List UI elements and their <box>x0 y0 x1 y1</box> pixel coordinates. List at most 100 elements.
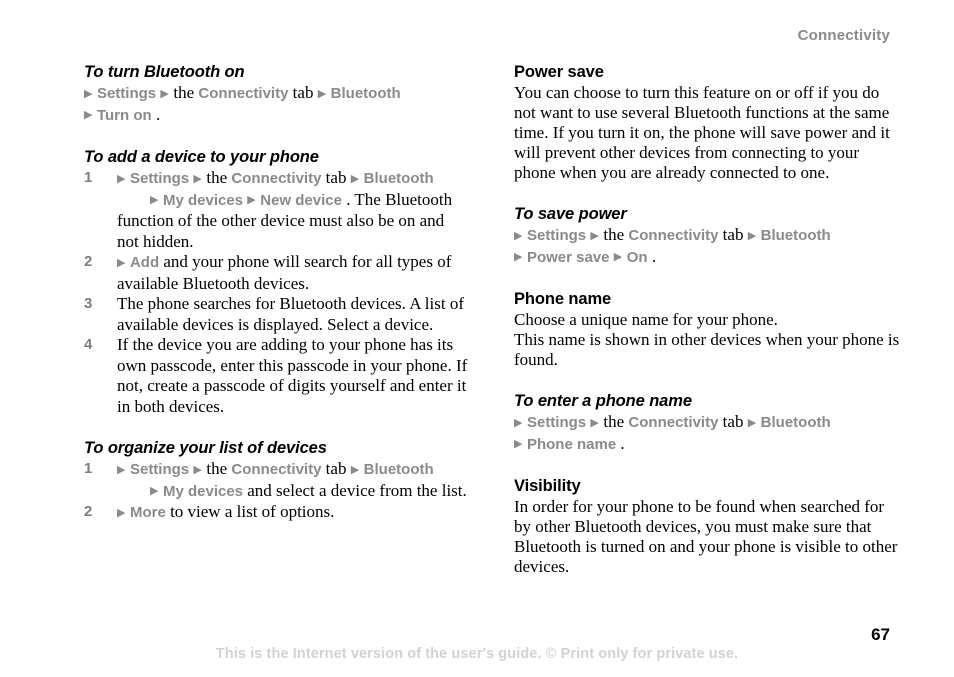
menu-arrow-icon: ▶ <box>514 437 526 450</box>
step-list-item: 1 ▶ Settings ▶ the Connectivity tab ▶ Blu… <box>84 168 470 252</box>
menu-arrow-icon: ▶ <box>193 171 206 185</box>
step-list: 1 ▶ Settings ▶ the Connectivity tab ▶ Blu… <box>84 168 470 417</box>
paragraph-line: This name is shown in other devices when… <box>514 330 900 370</box>
menu-path-line: ▶ Settings ▶ the Connectivity tab ▶ Blue… <box>84 83 470 105</box>
step-body: The phone searches for Bluetooth devices… <box>117 294 470 335</box>
menu-term: Power save <box>526 248 610 266</box>
step-body: If the device you are adding to your pho… <box>117 335 470 417</box>
body-text-run: . <box>620 433 625 453</box>
step-list-item: 3 The phone searches for Bluetooth device… <box>84 294 470 335</box>
paragraph-line: If the device you are adding to your pho… <box>117 335 470 417</box>
step-list-item: 4 If the device you are adding to your ph… <box>84 335 470 417</box>
body-text-run: This name is shown in other devices when… <box>514 330 900 369</box>
menu-term: Settings <box>129 170 190 187</box>
menu-arrow-icon: ▶ <box>590 228 603 242</box>
section-heading: To add a device to your phone <box>84 148 319 166</box>
menu-term: Connectivity <box>628 227 719 244</box>
menu-arrow-icon: ▶ <box>350 462 363 476</box>
step-list-item: 1 ▶ Settings ▶ the Connectivity tab ▶ Blu… <box>84 459 470 502</box>
step-number: 4 <box>84 336 93 353</box>
menu-arrow-icon: ▶ <box>160 86 173 100</box>
step-list-item: 2 ▶ Add and your phone will search for al… <box>84 252 470 294</box>
menu-arrow-icon: ▶ <box>514 415 526 429</box>
menu-arrow-icon: ▶ <box>747 228 760 242</box>
menu-term: Bluetooth <box>760 414 831 431</box>
menu-arrow-icon: ▶ <box>117 505 129 519</box>
body-text-run: tab <box>325 168 351 187</box>
body-text-run: . <box>651 246 657 266</box>
menu-term: Connectivity <box>198 85 289 102</box>
step-body: ▶ Add and your phone will search for all… <box>117 252 470 294</box>
running-header-chapter: Connectivity <box>797 27 890 44</box>
menu-term: Settings <box>96 85 157 102</box>
menu-term: My devices <box>162 191 244 209</box>
left-column: To turn Bluetooth on ▶ Settings ▶ the Con… <box>84 62 470 524</box>
page-number: 67 <box>871 625 890 644</box>
menu-term: Bluetooth <box>330 85 401 102</box>
menu-arrow-icon: ▶ <box>117 462 129 476</box>
menu-path-line: ▶ Turn on . <box>84 105 470 127</box>
menu-arrow-icon: ▶ <box>117 255 129 269</box>
section-heading: To enter a phone name <box>514 392 692 410</box>
menu-path-line: ▶ More to view a list of options. <box>117 502 470 524</box>
menu-arrow-icon: ▶ <box>747 415 760 429</box>
menu-arrow-icon: ▶ <box>84 86 96 100</box>
footer-disclaimer: This is the Internet version of the user… <box>215 646 739 662</box>
doc-section: To turn Bluetooth on ▶ Settings ▶ the Con… <box>84 62 470 126</box>
step-body: ▶ Settings ▶ the Connectivity tab ▶ Blue… <box>117 168 470 252</box>
body-text-run: and select a device from the list. <box>247 480 467 500</box>
body-text-run: the <box>603 412 629 431</box>
menu-arrow-icon: ▶ <box>613 250 626 263</box>
section-heading: Visibility <box>514 477 581 495</box>
step-number: 1 <box>84 460 93 477</box>
menu-term: My devices <box>162 482 244 500</box>
step-number: 1 <box>84 169 93 186</box>
step-list: 1 ▶ Settings ▶ the Connectivity tab ▶ Blu… <box>84 459 470 524</box>
doc-section: Phone name Choose a unique name for your … <box>514 289 900 370</box>
doc-section: Visibility In order for your phone to be … <box>514 476 900 577</box>
menu-term: Settings <box>526 414 587 431</box>
paragraph-line: function of the other device must also b… <box>117 211 470 252</box>
menu-arrow-icon: ▶ <box>514 228 526 242</box>
menu-arrow-icon: ▶ <box>350 171 363 185</box>
page-body: To turn Bluetooth on ▶ Settings ▶ the Con… <box>84 62 899 602</box>
menu-term: Add <box>129 254 160 271</box>
menu-term: Settings <box>129 461 190 478</box>
step-list-item: 2 ▶ More to view a list of options. <box>84 502 470 524</box>
body-text-run: the <box>206 168 232 187</box>
body-text-run: . The Bluetooth <box>346 189 453 209</box>
menu-path-line: ▶ Power save ▶ On . <box>514 247 900 269</box>
step-number: 2 <box>84 503 93 520</box>
menu-path-line: ▶ Settings ▶ the Connectivity tab ▶ Blue… <box>514 412 900 434</box>
menu-term: Settings <box>526 227 587 244</box>
menu-term: Phone name <box>526 435 617 453</box>
menu-term: Connectivity <box>231 461 322 478</box>
menu-term: New device <box>260 191 342 209</box>
body-text-run: tab <box>292 83 318 102</box>
menu-arrow-icon: ▶ <box>317 86 330 100</box>
menu-arrow-icon: ▶ <box>150 193 162 206</box>
body-text-run: to view a list of options. <box>170 502 335 521</box>
body-text-run: tab <box>722 412 748 431</box>
paragraph-line: Choose a unique name for your phone. <box>514 310 900 330</box>
menu-arrow-icon: ▶ <box>84 108 96 121</box>
body-text-run: Choose a unique name for your phone. <box>514 310 778 329</box>
doc-section: To organize your list of devices 1 ▶ Setti… <box>84 438 470 524</box>
step-number: 3 <box>84 295 93 312</box>
menu-path-line: ▶ Settings ▶ the Connectivity tab ▶ Blue… <box>117 459 470 481</box>
section-heading: To organize your list of devices <box>84 439 327 457</box>
doc-section: To save power ▶ Settings ▶ the Connectivi… <box>514 204 900 268</box>
body-text-run: The phone searches for Bluetooth devices… <box>117 294 464 334</box>
menu-path-line: ▶ Settings ▶ the Connectivity tab ▶ Blue… <box>117 168 470 190</box>
body-text-run: tab <box>722 225 748 244</box>
section-heading: Phone name <box>514 290 612 308</box>
menu-arrow-icon: ▶ <box>150 484 162 497</box>
menu-arrow-icon: ▶ <box>590 415 603 429</box>
doc-section: To enter a phone name ▶ Settings ▶ the Co… <box>514 391 900 455</box>
step-body: ▶ More to view a list of options. <box>117 502 470 524</box>
body-text-run: tab <box>325 459 351 478</box>
section-heading: To save power <box>514 205 627 223</box>
menu-path-line: ▶ Settings ▶ the Connectivity tab ▶ Blue… <box>514 225 900 247</box>
menu-arrow-icon: ▶ <box>117 171 129 185</box>
menu-term: On <box>626 248 648 266</box>
